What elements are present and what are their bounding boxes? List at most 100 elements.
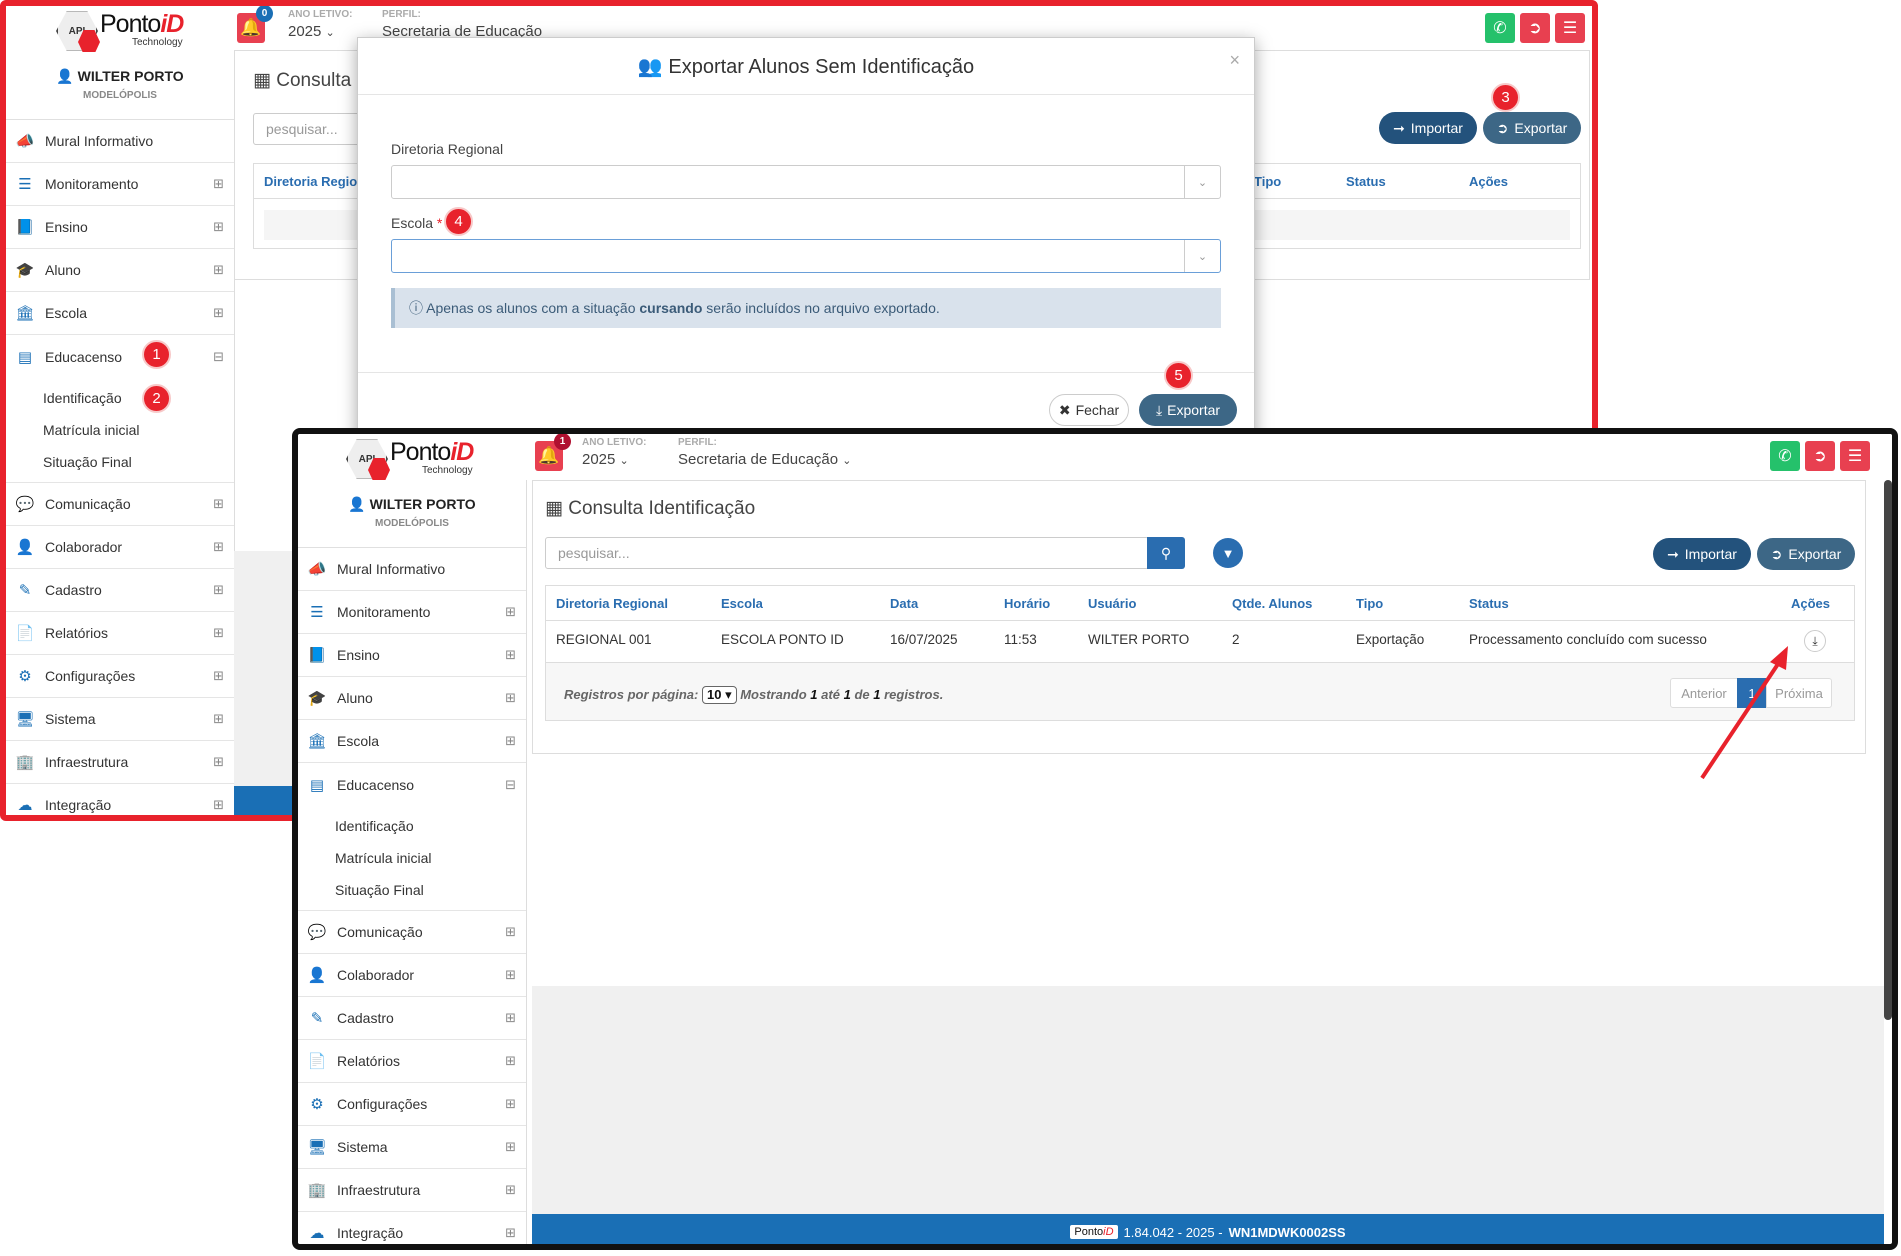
- submenu-situacao-final[interactable]: Situação Final: [298, 874, 526, 906]
- sidebar-item-ensino[interactable]: 📘 Ensino ⊞: [298, 634, 526, 677]
- step-marker-4: 4: [444, 207, 473, 236]
- col-header-status: Status: [1346, 174, 1386, 189]
- sidebar-item-monitoramento[interactable]: ☰ Monitoramento ⊞: [298, 591, 526, 634]
- sidebar-item-escola[interactable]: 🏛 Escola ⊞: [298, 720, 526, 763]
- col-header-regional: Diretoria Regio: [264, 174, 358, 189]
- sidebar-item-escola[interactable]: 🏛 Escola ⊞: [6, 292, 234, 335]
- sidebar-item-mural[interactable]: 📣 Mural Informativo: [6, 120, 234, 163]
- expand-icon: ⊞: [213, 496, 224, 511]
- expand-icon: ⊞: [213, 754, 224, 769]
- sidebar-item-integracao[interactable]: ☁ Integração ⊞: [298, 1212, 526, 1244]
- institution-icon: 🏛: [307, 733, 327, 750]
- sidebar-item-colaborador[interactable]: 👤 Colaborador ⊞: [6, 526, 234, 569]
- submenu-identificacao[interactable]: Identificação: [298, 810, 526, 842]
- sidebar-item-ensino[interactable]: 📘 Ensino ⊞: [6, 206, 234, 249]
- ano-letivo-select[interactable]: 2025 ⌄: [288, 23, 335, 40]
- search-input[interactable]: pesquisar...: [545, 537, 1149, 569]
- sidebar-item-aluno[interactable]: 🎓 Aluno ⊞: [298, 677, 526, 720]
- sidebar-item-colaborador[interactable]: 👤 Colaborador ⊞: [298, 954, 526, 997]
- sliders-icon: ☰: [18, 176, 32, 193]
- sidebar-item-relatorios[interactable]: 📄 Relatórios ⊞: [6, 612, 234, 655]
- arrow-shaft: [1700, 656, 1784, 780]
- collapse-icon: ⊟: [505, 776, 516, 792]
- expand-icon: ⊞: [505, 967, 516, 982]
- sidebar-item-educacenso[interactable]: ▤ Educacenso ⊟: [298, 763, 526, 806]
- perfil-select[interactable]: Secretaria de Educação ⌄: [678, 451, 852, 468]
- sidebar-item-educacenso[interactable]: ▤ Educacenso ⊟: [6, 335, 234, 378]
- export-icon: ➲: [1496, 119, 1509, 136]
- perfil-label: PERFIL:: [678, 437, 717, 448]
- download-icon[interactable]: ⤓: [1804, 630, 1826, 652]
- sidebar-item-infraestrutura[interactable]: 🏢 Infraestrutura ⊞: [298, 1169, 526, 1212]
- submenu-matricula-inicial[interactable]: Matrícula inicial: [298, 842, 526, 874]
- regional-select[interactable]: ⌄: [391, 165, 1221, 199]
- expand-icon: ⊞: [505, 647, 516, 662]
- submenu-situacao-final[interactable]: Situação Final: [6, 446, 234, 478]
- content-panel: ▦ Consulta Identificação pesquisar... ⚲ …: [532, 480, 1866, 754]
- notification-bell-icon[interactable]: 🔔 1: [535, 434, 571, 471]
- desktop-icon: 🖥: [307, 1139, 327, 1156]
- expand-icon: ⊞: [505, 690, 516, 705]
- page-title: ▦ Consulta Identificação: [545, 498, 756, 519]
- logout-icon[interactable]: ➲: [1520, 13, 1550, 43]
- background-area: [532, 986, 1884, 1214]
- filter-icon[interactable]: ▼: [1213, 538, 1243, 568]
- ano-letivo-select[interactable]: 2025 ⌄: [582, 451, 629, 468]
- export-button[interactable]: ➲ Exportar: [1757, 538, 1855, 570]
- sidebar-item-configuracoes[interactable]: ⚙ Configurações ⊞: [6, 655, 234, 698]
- sidebar-item-cadastro[interactable]: ✎ Cadastro ⊞: [6, 569, 234, 612]
- modal-close-icon[interactable]: ×: [1229, 50, 1240, 71]
- sidebar-item-cadastro[interactable]: ✎ Cadastro ⊞: [298, 997, 526, 1040]
- building-icon: 🏢: [15, 754, 35, 771]
- per-page-select[interactable]: 10 ▾: [701, 686, 737, 704]
- export-icon: ➲: [1770, 545, 1783, 562]
- submenu-identificacao[interactable]: Identificação: [6, 382, 234, 414]
- close-button[interactable]: ✖ Fechar: [1049, 394, 1129, 426]
- col-header-regional: Diretoria Regional: [556, 596, 668, 611]
- export-button[interactable]: ➲ Exportar: [1483, 112, 1581, 144]
- col-header-usuario: Usuário: [1088, 596, 1137, 611]
- step-marker-2: 2: [142, 384, 171, 413]
- expand-icon: ⊞: [505, 1139, 516, 1154]
- sidebar-item-monitoramento[interactable]: ☰ Monitoramento ⊞: [6, 163, 234, 206]
- expand-icon: ⊞: [505, 1225, 516, 1240]
- sidebar-item-sistema[interactable]: 🖥 Sistema ⊞: [6, 698, 234, 741]
- sidebar-item-configuracoes[interactable]: ⚙ Configurações ⊞: [298, 1083, 526, 1126]
- sidebar-item-comunicacao[interactable]: 💬 Comunicação ⊞: [298, 911, 526, 954]
- notification-bell-icon[interactable]: 🔔 0: [237, 6, 273, 43]
- whatsapp-icon[interactable]: ✆: [1770, 441, 1800, 471]
- sidebar-item-infraestrutura[interactable]: 🏢 Infraestrutura ⊞: [6, 741, 234, 784]
- educacenso-submenu: Identificação Matrícula inicial Situação…: [6, 378, 234, 483]
- col-header-qtde: Qtde. Alunos: [1232, 596, 1313, 611]
- logout-icon[interactable]: ➲: [1805, 441, 1835, 471]
- search-icon[interactable]: ⚲: [1147, 537, 1185, 569]
- sidebar-item-mural[interactable]: 📣 Mural Informativo: [298, 548, 526, 591]
- expand-icon: ⊞: [505, 924, 516, 939]
- scrollbar[interactable]: [1884, 480, 1892, 1020]
- sidebar-item-comunicacao[interactable]: 💬 Comunicação ⊞: [6, 483, 234, 526]
- edit-icon: ✎: [18, 582, 32, 599]
- import-button[interactable]: ➞ Importar: [1379, 112, 1477, 144]
- col-header-data: Data: [890, 596, 919, 611]
- menu-hamburger-icon[interactable]: ☰: [1555, 13, 1585, 43]
- expand-icon: ⊞: [213, 668, 224, 683]
- data-table: Diretoria Regional Escola Data Horário U…: [545, 585, 1855, 721]
- import-button[interactable]: ➞ Importar: [1653, 538, 1751, 570]
- modal-export-button[interactable]: ⤓ Exportar: [1139, 394, 1237, 426]
- escola-select[interactable]: ⌄: [391, 239, 1221, 273]
- col-header-status: Status: [1469, 596, 1509, 611]
- sidebar-item-aluno[interactable]: 🎓 Aluno ⊞: [6, 249, 234, 292]
- whatsapp-icon[interactable]: ✆: [1485, 13, 1515, 43]
- cell-horario: 11:53: [1004, 632, 1037, 647]
- cell-regional: REGIONAL 001: [556, 632, 652, 647]
- sidebar-item-integracao[interactable]: ☁ Integração ⊞: [6, 784, 234, 815]
- sidebar-item-relatorios[interactable]: 📄 Relatórios ⊞: [298, 1040, 526, 1083]
- sidebar-item-sistema[interactable]: 🖥 Sistema ⊞: [298, 1126, 526, 1169]
- perfil-label: PERFIL:: [382, 9, 421, 20]
- user-icon: 👤: [56, 68, 74, 84]
- step-marker-1: 1: [142, 340, 171, 369]
- submenu-matricula-inicial[interactable]: Matrícula inicial: [6, 414, 234, 446]
- book-icon: 📘: [307, 647, 327, 664]
- app-footer: PontoiD 1.84.042 - 2025 - WN1MDWK0002SS: [532, 1214, 1884, 1244]
- menu-hamburger-icon[interactable]: ☰: [1840, 441, 1870, 471]
